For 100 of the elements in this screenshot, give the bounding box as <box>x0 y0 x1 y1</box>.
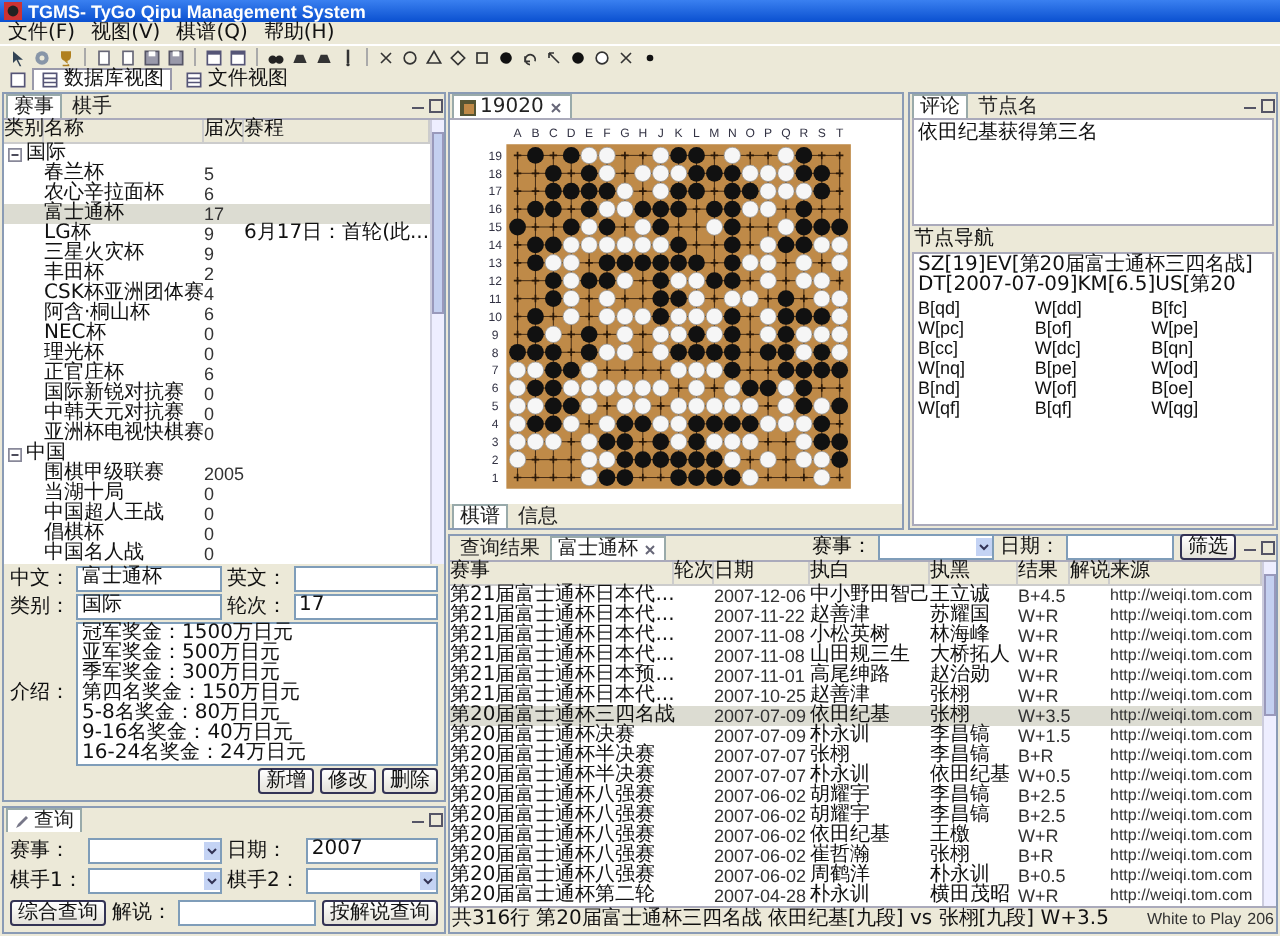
tree-row[interactable]: NEC杯 0 <box>4 324 430 344</box>
node-item[interactable]: B[qf] <box>1034 398 1152 418</box>
menu-item[interactable]: 文件(F) <box>8 23 76 43</box>
close-icon[interactable] <box>642 541 658 557</box>
tree-row[interactable]: 理光杯 0 <box>4 344 430 364</box>
text-field[interactable]: 富士通杯 <box>76 566 221 592</box>
text-field[interactable]: 2007 <box>305 838 438 864</box>
node-item[interactable]: B[qn] <box>1151 338 1268 358</box>
maximize-icon[interactable] <box>1260 539 1276 555</box>
text-field[interactable] <box>1066 534 1174 560</box>
window-icon[interactable] <box>8 70 28 90</box>
empty-stone-icon[interactable] <box>592 47 612 67</box>
tab[interactable]: 赛事 <box>6 94 62 118</box>
menu-item[interactable]: 帮助(H) <box>263 23 335 43</box>
table-row[interactable]: 第20届富士通杯第二轮 2007-04-28 朴永训 横田茂昭 W+R http://weiqi.tom.com <box>450 886 1262 906</box>
node-item[interactable]: B[fc] <box>1151 298 1268 318</box>
table-row[interactable]: 第21届富士通杯日本代... 2007-10-25 赵善津 张栩 W+R http://weiqi.tom.com <box>450 686 1262 706</box>
dropdown-arrow-icon[interactable] <box>203 872 219 890</box>
node-item[interactable]: B[nd] <box>918 378 1035 398</box>
tab[interactable]: 棋谱 <box>452 504 508 528</box>
text-field[interactable] <box>178 900 316 926</box>
node-item[interactable]: B[pe] <box>1034 358 1152 378</box>
node-item[interactable]: W[qf] <box>918 398 1035 418</box>
filter-button[interactable]: 筛选 <box>1180 534 1236 560</box>
node-item[interactable]: W[dc] <box>1034 338 1152 358</box>
action-button[interactable]: 新增 <box>258 768 314 794</box>
perspective-tab[interactable]: 文件视图 <box>176 68 296 90</box>
circle-icon[interactable] <box>400 47 420 67</box>
dropdown-arrow-icon[interactable] <box>976 538 992 556</box>
menu-item[interactable]: 视图(V) <box>91 23 161 43</box>
node-item[interactable]: B[of] <box>1034 318 1152 338</box>
tree-row[interactable]: 中国超人王战 0 <box>4 504 430 524</box>
close-icon[interactable] <box>547 99 564 115</box>
tab[interactable]: 节点名 <box>970 94 1046 118</box>
action-button[interactable]: 删除 <box>382 768 438 794</box>
node-item[interactable]: B[cc] <box>918 338 1035 358</box>
column-header[interactable]: 届次 <box>204 120 244 142</box>
node-item[interactable]: W[od] <box>1151 358 1268 378</box>
search-button[interactable]: 综合查询 <box>10 900 106 926</box>
tab[interactable]: 查询 <box>6 808 82 832</box>
maximize-icon[interactable] <box>428 812 444 828</box>
tree-row[interactable]: LG杯 9 6月17日：首轮(此... <box>4 224 430 244</box>
trophy-icon[interactable] <box>56 47 76 67</box>
column-header[interactable]: 执黑 <box>930 562 1018 584</box>
cross-icon[interactable] <box>616 47 636 67</box>
tree-row[interactable]: 正官庄杯 6 <box>4 364 430 384</box>
tree-row[interactable]: 三星火灾杯 9 <box>4 244 430 264</box>
table-row[interactable]: 第20届富士通杯决赛 2007-07-09 朴永训 李昌镐 W+1.5 http://weiqi.tom.com <box>450 726 1262 746</box>
tab[interactable]: 信息 <box>510 504 566 528</box>
node-item[interactable]: W[of] <box>1034 378 1152 398</box>
window-icon[interactable] <box>228 47 248 67</box>
node-item[interactable]: SZ[19]EV[第20届富士通杯三四名战]DT[2007-07-09]KM[6.5]US[第20 <box>918 256 1268 296</box>
node-item[interactable]: B[qd] <box>918 298 1035 318</box>
column-header[interactable]: 执白 <box>810 562 930 584</box>
stone-icon[interactable] <box>496 47 516 67</box>
scrollbar[interactable] <box>1262 562 1276 906</box>
table-row[interactable]: 第20届富士通杯八强赛 2007-06-02 依田纪基 王檄 W+R http://weiqi.tom.com <box>450 826 1262 846</box>
action-button[interactable]: 修改 <box>320 768 376 794</box>
text-field[interactable]: 国际 <box>76 594 221 620</box>
window-icon[interactable] <box>204 47 224 67</box>
scrollbar[interactable] <box>430 120 444 564</box>
table-row[interactable]: 第21届富士通杯日本代... 2007-11-08 山田规三生 大桥拓人 W+R http://weiqi.tom.com <box>450 646 1262 666</box>
tree-row[interactable]: CSK杯亚洲团体赛4 <box>4 284 430 304</box>
table-row[interactable]: 第20届富士通杯八强赛 2007-06-02 胡耀宇 李昌镐 B+2.5 http://weiqi.tom.com <box>450 786 1262 806</box>
dropdown-arrow-icon[interactable] <box>420 872 436 890</box>
cross-icon[interactable] <box>376 47 396 67</box>
triangle-icon[interactable] <box>424 47 444 67</box>
column-header[interactable]: 日期 <box>714 562 810 584</box>
collapse-icon[interactable] <box>8 147 22 161</box>
intro-text-area[interactable]: 冠军奖金：1500万日元 亚军奖金：500万日元 季军奖金：300万日元 第四名奖金：150万日元 5-8名奖金：80万日元 9-16名奖金：40万日元 16-24名奖金：24万日元 <box>76 622 438 766</box>
tree-row[interactable]: 富士通杯 17 <box>4 204 430 224</box>
text-field[interactable] <box>293 566 438 592</box>
comment-text-area[interactable]: 依田纪基获得第三名 <box>912 118 1274 226</box>
tree-group-label[interactable]: 中国 <box>26 444 66 464</box>
column-header[interactable]: 结果 <box>1018 562 1070 584</box>
table-row[interactable]: 第20届富士通杯八强赛 2007-06-02 周鹤洋 朴永训 B+0.5 http://weiqi.tom.com <box>450 866 1262 886</box>
table-row[interactable]: 第20届富士通杯八强赛 2007-06-02 胡耀宇 李昌镐 B+2.5 http://weiqi.tom.com <box>450 806 1262 826</box>
node-item[interactable]: W[qg] <box>1151 398 1268 418</box>
arrow-icon[interactable] <box>544 47 564 67</box>
table-row[interactable]: 第20届富士通杯三四名战 2007-07-09 依田纪基 张栩 W+3.5 http://weiqi.tom.com <box>450 706 1262 726</box>
column-header[interactable]: 类别 <box>4 120 44 142</box>
table-row[interactable]: 第21届富士通杯日本预... 2007-11-01 高尾绅路 赵治勋 W+R http://weiqi.tom.com <box>450 666 1262 686</box>
menu-item[interactable]: 棋谱(Q) <box>176 23 248 43</box>
tree-row[interactable]: 春兰杯 5 <box>4 164 430 184</box>
maximize-icon[interactable] <box>428 98 444 114</box>
column-header[interactable]: 轮次 <box>674 562 714 584</box>
node-item[interactable]: W[pc] <box>918 318 1035 338</box>
node-item[interactable]: W[pe] <box>1151 318 1268 338</box>
table-row[interactable]: 第20届富士通杯半决赛 2007-07-07 朴永训 依田纪基 W+0.5 http://weiqi.tom.com <box>450 766 1262 786</box>
square-icon[interactable] <box>472 47 492 67</box>
tab[interactable]: 棋手 <box>64 94 120 118</box>
maximize-icon[interactable] <box>1260 98 1276 114</box>
tab[interactable]: 查询结果 <box>452 536 548 560</box>
pointer-icon[interactable] <box>8 47 28 67</box>
table-row[interactable]: 第20届富士通杯八强赛 2007-06-02 崔哲瀚 张栩 B+R http://weiqi.tom.com <box>450 846 1262 866</box>
column-header[interactable]: 解说 <box>1070 562 1110 584</box>
tree-row[interactable]: 中国名人战 0 <box>4 544 430 564</box>
tab[interactable]: 富士通杯 <box>550 536 666 560</box>
text-field[interactable]: 17 <box>293 594 438 620</box>
go-board-drawing[interactable] <box>506 144 851 489</box>
